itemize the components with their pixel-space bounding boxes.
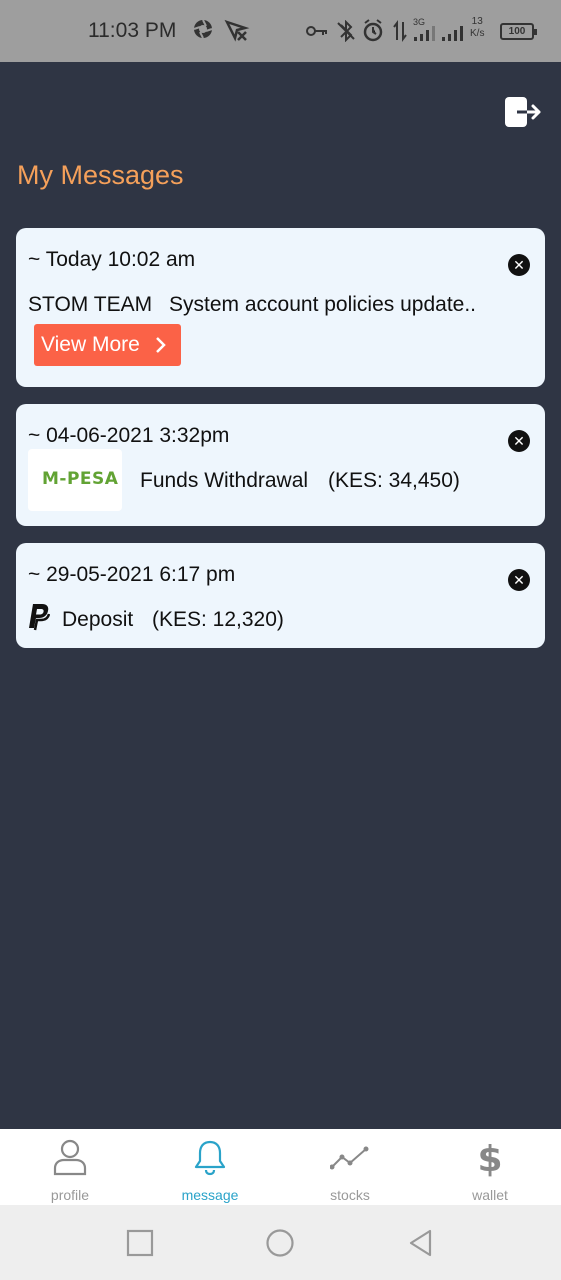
battery-icon: 100 xyxy=(500,23,537,40)
nav-label: profile xyxy=(50,1187,90,1203)
logout-icon xyxy=(505,97,541,127)
bluetooth-off-icon xyxy=(337,20,355,42)
dollar-icon: $ xyxy=(477,1139,502,1177)
battery-level: 100 xyxy=(508,26,526,37)
view-more-button[interactable]: View More xyxy=(34,324,181,366)
aperture-icon xyxy=(193,19,213,39)
alarm-icon xyxy=(363,19,383,42)
net-speed: 13 K/s xyxy=(470,16,484,40)
home-icon[interactable] xyxy=(265,1228,295,1258)
nav-label: message xyxy=(181,1187,239,1203)
paypal-icon xyxy=(29,604,50,631)
chevron-right-icon xyxy=(156,337,166,353)
status-time: 11:03 PM xyxy=(88,19,177,42)
recents-icon[interactable] xyxy=(125,1228,155,1258)
close-icon: ✕ xyxy=(513,257,525,273)
message-text: System account policies update.. xyxy=(169,293,477,316)
chart-line-icon xyxy=(330,1146,369,1170)
message-card[interactable]: ~ 04-06-2021 3:32pm ✕ M-PESA Funds Withd… xyxy=(16,404,545,526)
status-bar: 11:03 PM 3G 13 K/s 100 xyxy=(0,0,561,62)
view-more-label: View More xyxy=(41,333,140,356)
close-icon: ✕ xyxy=(513,433,525,449)
signal-icon xyxy=(442,26,463,41)
message-sender: STOM TEAM xyxy=(28,293,153,316)
svg-text:$: $ xyxy=(477,1139,502,1177)
close-message-button[interactable]: ✕ xyxy=(508,430,530,452)
nav-label: wallet xyxy=(472,1187,508,1203)
user-icon xyxy=(53,1139,87,1176)
data-transfer-icon xyxy=(393,20,407,42)
bell-icon xyxy=(194,1140,226,1176)
close-message-button[interactable]: ✕ xyxy=(508,254,530,276)
location-off-icon xyxy=(224,19,250,42)
message-amount: (KES: 34,450) xyxy=(328,469,460,492)
message-text: Funds Withdrawal xyxy=(140,469,309,492)
message-card[interactable]: ~ Today 10:02 am ✕ STOM TEAM System acco… xyxy=(16,228,545,387)
mpesa-logo-text: M-PESA xyxy=(42,469,119,489)
system-navigation-bar xyxy=(0,1205,561,1280)
close-icon: ✕ xyxy=(513,572,525,588)
nav-wallet[interactable]: $ wallet xyxy=(420,1129,560,1205)
message-text: Deposit xyxy=(62,608,134,631)
message-date: ~ Today 10:02 am xyxy=(28,248,196,271)
page-title: My Messages xyxy=(17,160,184,190)
logout-button[interactable] xyxy=(503,95,543,129)
message-card[interactable]: ~ 29-05-2021 6:17 pm ✕ Deposit (KES: 12,… xyxy=(16,543,545,648)
message-amount: (KES: 12,320) xyxy=(152,608,284,631)
nav-profile[interactable]: profile xyxy=(0,1129,140,1205)
net-speed-unit: K/s xyxy=(470,28,485,39)
net-speed-value: 13 xyxy=(471,16,483,27)
mpesa-logo: M-PESA xyxy=(28,449,122,511)
nav-message[interactable]: message xyxy=(140,1129,280,1205)
message-date: ~ 04-06-2021 3:32pm xyxy=(28,424,230,447)
nav-label: stocks xyxy=(330,1187,370,1203)
close-message-button[interactable]: ✕ xyxy=(508,569,530,591)
key-icon xyxy=(306,26,327,36)
bottom-navigation: profile message stocks $ wallet xyxy=(0,1129,561,1205)
message-date: ~ 29-05-2021 6:17 pm xyxy=(28,563,236,586)
signal-icon xyxy=(414,26,435,41)
back-icon[interactable] xyxy=(406,1228,436,1258)
nav-stocks[interactable]: stocks xyxy=(280,1129,420,1205)
